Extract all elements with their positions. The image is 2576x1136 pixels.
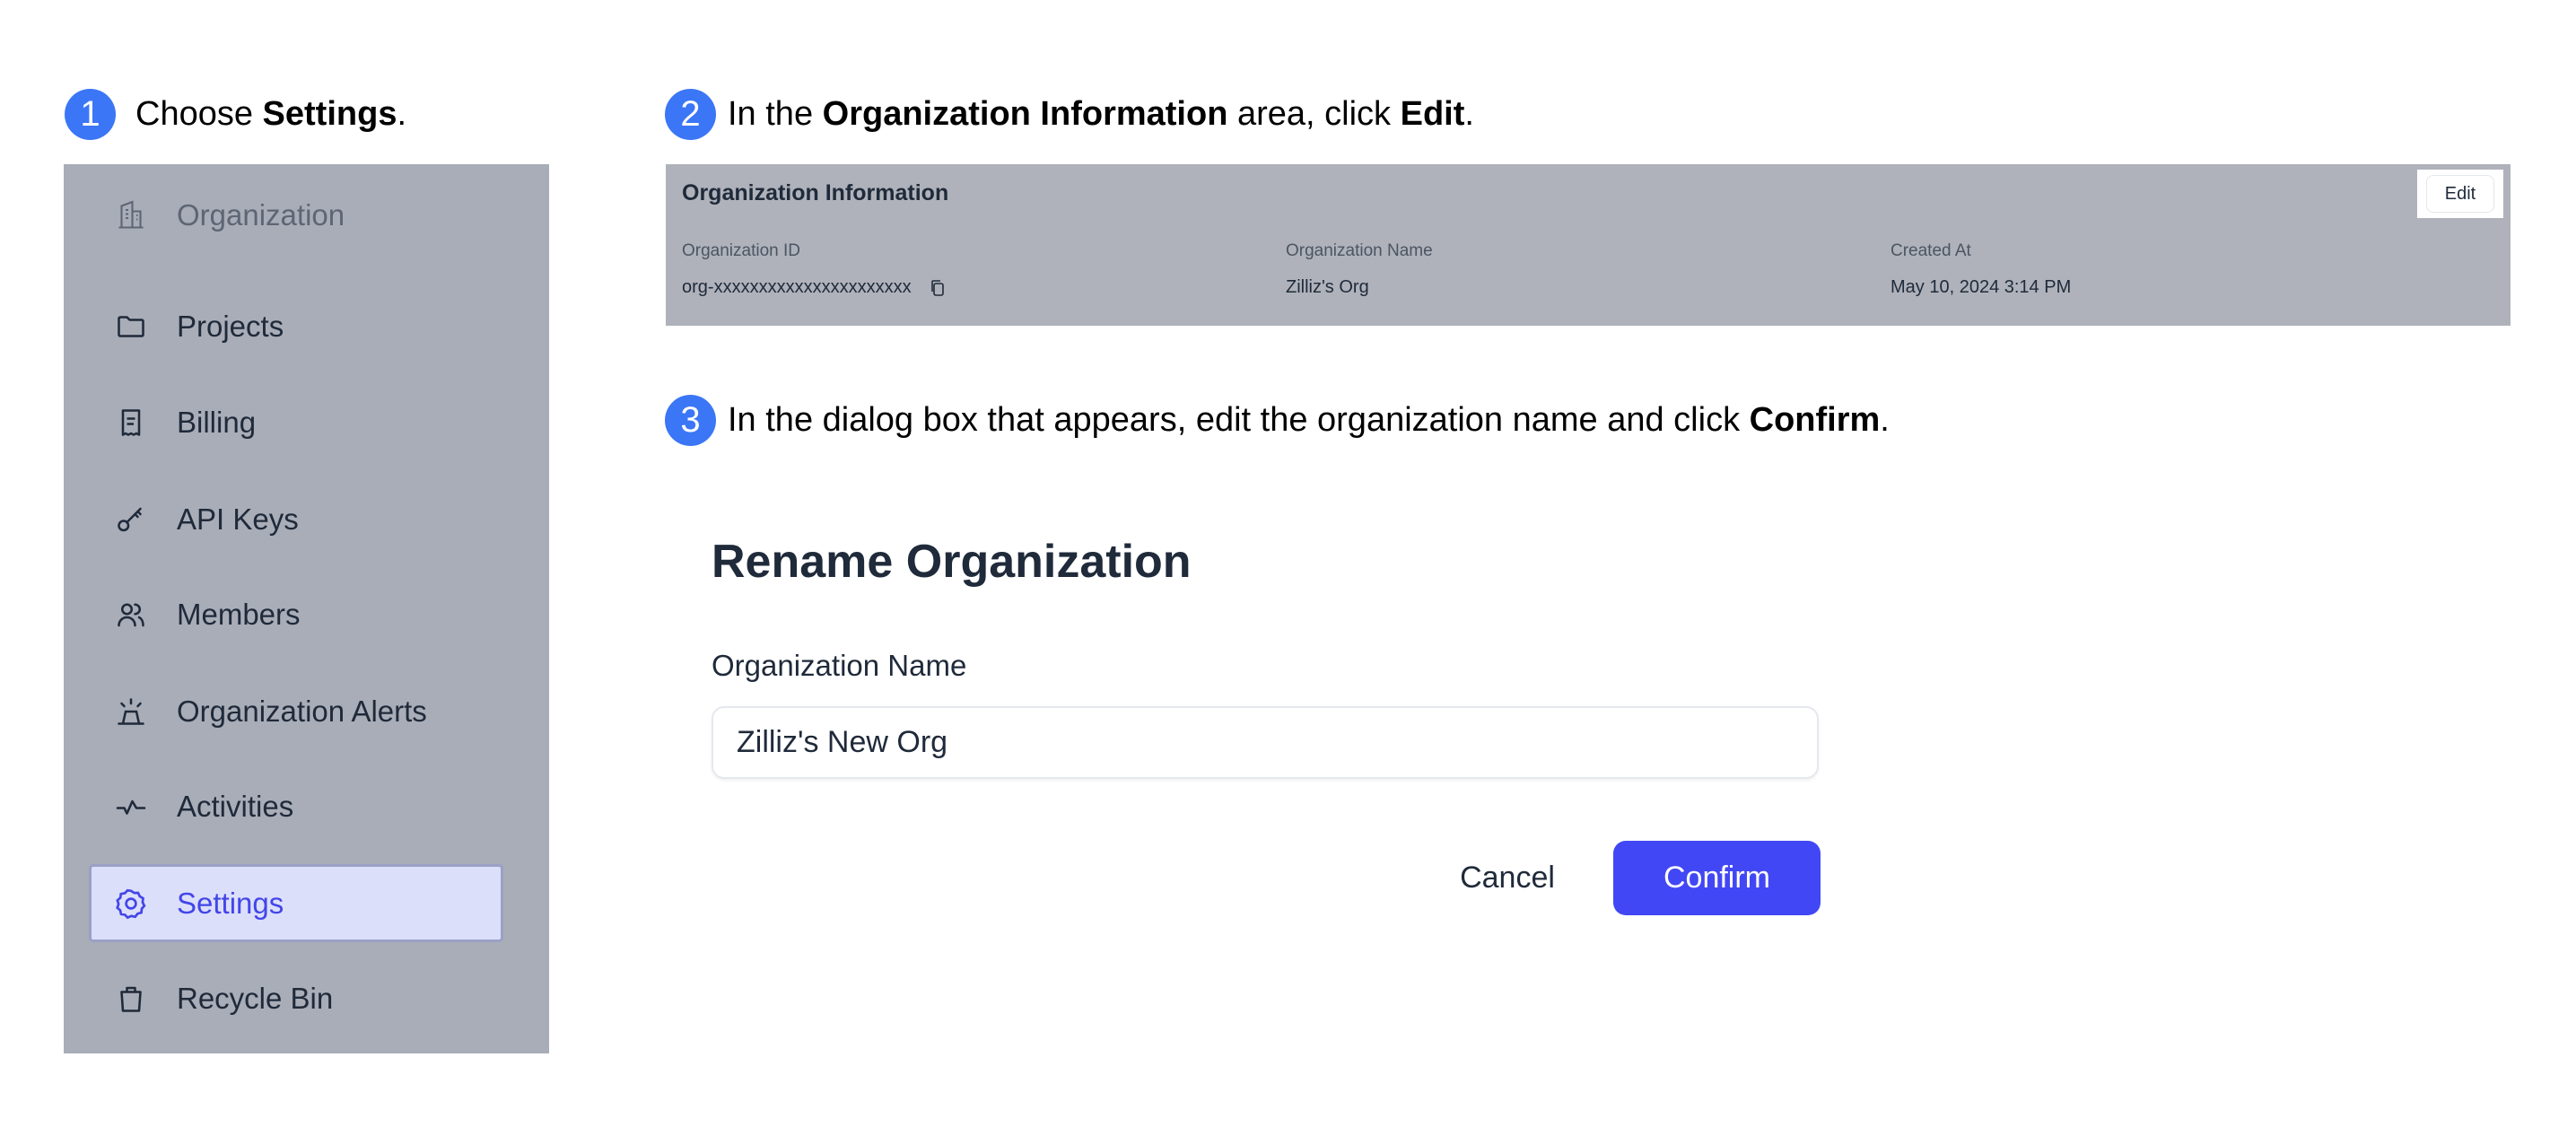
organization-information-panel: Organization Information Edit Organizati… bbox=[666, 164, 2511, 326]
receipt-icon bbox=[115, 406, 147, 439]
sidebar-item-billing[interactable]: Billing bbox=[64, 387, 549, 459]
sidebar-header-label: Organization bbox=[177, 198, 345, 232]
activity-icon bbox=[115, 791, 147, 823]
field-value-organization-id: org-xxxxxxxxxxxxxxxxxxxxxx bbox=[682, 277, 946, 298]
sidebar-item-projects[interactable]: Projects bbox=[64, 291, 549, 363]
sidebar-item-label: Settings bbox=[177, 886, 284, 920]
panel-title: Organization Information bbox=[682, 180, 949, 205]
sidebar-item-organization-alerts[interactable]: Organization Alerts bbox=[64, 676, 549, 747]
step-text-bold: Confirm bbox=[1749, 401, 1881, 439]
step-text-prefix: Choose bbox=[135, 95, 263, 133]
step-text-suffix: . bbox=[1464, 95, 1474, 133]
step-text-suffix: . bbox=[1880, 401, 1890, 439]
sidebar-item-label: API Keys bbox=[177, 502, 299, 536]
sidebar-item-label: Members bbox=[177, 598, 301, 631]
step-text: In the dialog box that appears, edit the… bbox=[728, 401, 1890, 440]
edit-button[interactable]: Edit bbox=[2426, 175, 2494, 213]
dialog-title: Rename Organization bbox=[712, 536, 1192, 588]
sidebar-item-label: Billing bbox=[177, 406, 257, 439]
field-label-organization-id: Organization ID bbox=[682, 241, 801, 260]
field-label-created-at: Created At bbox=[1891, 241, 1971, 260]
users-icon bbox=[115, 599, 147, 631]
step-text: Choose Settings. bbox=[135, 95, 406, 134]
sidebar-item-members[interactable]: Members bbox=[64, 579, 549, 651]
step-text-bold: Organization Information bbox=[822, 95, 1228, 133]
sidebar-item-settings[interactable]: Settings bbox=[92, 867, 501, 939]
key-icon bbox=[115, 503, 147, 536]
step-number-badge: 2 bbox=[665, 89, 716, 140]
step-text-prefix: In the bbox=[728, 95, 823, 133]
step-2-instruction: 2 In the Organization Information area, … bbox=[665, 89, 1474, 140]
field-value-created-at: May 10, 2024 3:14 PM bbox=[1891, 277, 2072, 297]
step-text-suffix: . bbox=[397, 95, 407, 133]
building-icon bbox=[115, 199, 147, 232]
sidebar-item-label: Recycle Bin bbox=[177, 982, 334, 1015]
sidebar-item-recycle-bin[interactable]: Recycle Bin bbox=[64, 963, 549, 1035]
gear-icon bbox=[115, 887, 147, 920]
step-text: In the Organization Information area, cl… bbox=[728, 95, 1474, 134]
step-number-badge: 1 bbox=[65, 89, 116, 140]
sidebar-item-label: Activities bbox=[177, 790, 294, 823]
step-text-bold: Edit bbox=[1400, 95, 1465, 133]
copy-icon[interactable] bbox=[930, 279, 946, 297]
step-3-instruction: 3 In the dialog box that appears, edit t… bbox=[665, 395, 1890, 446]
sidebar-item-api-keys[interactable]: API Keys bbox=[64, 484, 549, 555]
organization-id-value: org-xxxxxxxxxxxxxxxxxxxxxx bbox=[682, 277, 912, 297]
trash-icon bbox=[115, 983, 147, 1015]
sidebar-header-organization[interactable]: Organization bbox=[64, 179, 549, 251]
siren-icon bbox=[115, 695, 147, 728]
organization-name-input[interactable] bbox=[712, 706, 1819, 779]
field-label-organization-name: Organization Name bbox=[1286, 241, 1433, 260]
step-number-badge: 3 bbox=[665, 395, 716, 446]
field-value-organization-name: Zilliz's Org bbox=[1286, 277, 1369, 297]
edit-highlight: Edit bbox=[2417, 170, 2503, 218]
sidebar-item-label: Projects bbox=[177, 310, 284, 343]
confirm-button[interactable]: Confirm bbox=[1613, 841, 1821, 915]
organization-name-label: Organization Name bbox=[712, 649, 967, 682]
step-text-bold: Settings bbox=[262, 95, 397, 133]
sidebar: Organization Projects Billing API Keys M… bbox=[64, 164, 549, 1053]
step-1-instruction: 1 Choose Settings. bbox=[65, 89, 406, 140]
step-text-prefix: In the dialog box that appears, edit the… bbox=[728, 401, 1750, 439]
step-text-middle: area, click bbox=[1227, 95, 1401, 133]
sidebar-item-label: Organization Alerts bbox=[177, 695, 427, 728]
cancel-button[interactable]: Cancel bbox=[1436, 841, 1579, 915]
folder-icon bbox=[115, 310, 147, 343]
sidebar-item-activities[interactable]: Activities bbox=[64, 771, 549, 843]
